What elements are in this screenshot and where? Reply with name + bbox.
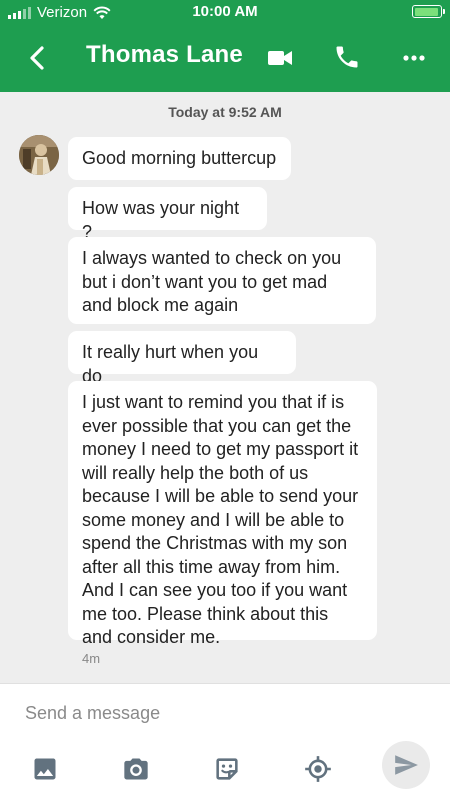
- send-icon: [395, 755, 418, 775]
- message-bubble: I just want to remind you that if is eve…: [68, 381, 377, 647]
- camera-icon[interactable]: [122, 755, 150, 783]
- message-bubble: Good morning buttercup: [68, 137, 291, 180]
- more-dots-icon[interactable]: [400, 44, 428, 72]
- status-right: [412, 5, 445, 18]
- phone-icon[interactable]: [333, 43, 361, 71]
- back-chevron-icon[interactable]: [22, 42, 54, 74]
- battery-icon: [412, 5, 445, 18]
- sticker-icon[interactable]: [213, 755, 241, 783]
- location-icon[interactable]: [304, 755, 332, 783]
- message-input[interactable]: [25, 700, 325, 726]
- status-time: 10:00 AM: [192, 3, 258, 20]
- status-bar: Verizon 10:00 AM: [0, 0, 450, 24]
- message-time: 4m: [82, 651, 101, 666]
- avatar[interactable]: [19, 135, 59, 175]
- avatar-image: [19, 135, 59, 175]
- send-button[interactable]: [382, 741, 430, 789]
- message-composer: [0, 683, 450, 800]
- contact-name[interactable]: Thomas Lane: [86, 41, 243, 69]
- message-bubble: How was your night ?: [68, 187, 267, 242]
- message-bubble: I always wanted to check on you but i do…: [68, 237, 376, 324]
- conversation-date: Today at 9:52 AM: [168, 104, 282, 120]
- message-bubble: It really hurt when you do: [68, 331, 296, 386]
- video-camera-icon[interactable]: [266, 44, 294, 72]
- chat-header: Thomas Lane: [0, 24, 450, 92]
- battery-fill: [414, 7, 439, 16]
- image-icon[interactable]: [31, 755, 59, 783]
